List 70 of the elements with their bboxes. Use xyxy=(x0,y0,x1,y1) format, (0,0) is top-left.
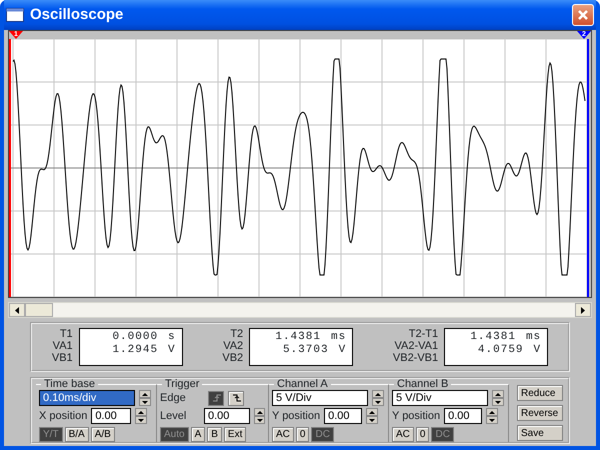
field-label: X position xyxy=(39,408,88,424)
mode-button[interactable]: A/B xyxy=(90,426,115,442)
readout-label: VB2-VB1 xyxy=(392,352,438,364)
readout-value: 1.4381 xyxy=(470,331,516,344)
readout-value: 0.0000 xyxy=(112,331,158,344)
mode-button[interactable]: B/A xyxy=(64,426,89,442)
mode-button[interactable]: AC xyxy=(272,426,294,442)
left-arrow-icon xyxy=(15,306,19,314)
group-title: Trigger xyxy=(164,379,200,389)
spin-buttons[interactable] xyxy=(486,408,498,424)
readout-label: VA2 xyxy=(222,340,244,352)
scroll-right-button[interactable] xyxy=(575,303,591,317)
unit-label: V xyxy=(534,344,542,357)
unit-label: ms xyxy=(526,331,542,344)
readout-label: VB2 xyxy=(222,352,244,364)
x-position-field[interactable]: 0.00 xyxy=(91,408,132,424)
group-title: Channel A xyxy=(276,379,329,389)
readout-label: VA1 xyxy=(52,340,73,352)
readout-value: 1.2945 xyxy=(112,344,158,357)
field-label: Y position xyxy=(272,408,320,424)
edge-icon xyxy=(212,392,222,403)
rising-edge-button[interactable] xyxy=(208,390,224,406)
unit-label: ms xyxy=(330,331,346,344)
unit-label: V xyxy=(338,344,346,357)
scale-field[interactable]: 5 V/Div xyxy=(392,390,488,406)
spin-buttons[interactable] xyxy=(366,408,378,424)
edge-icon xyxy=(232,392,242,403)
window-icon xyxy=(6,8,24,22)
horizontal-scrollbar[interactable] xyxy=(8,302,592,318)
falling-edge-button[interactable] xyxy=(228,390,244,406)
spin-buttons[interactable] xyxy=(139,390,151,406)
mode-button[interactable]: Ext xyxy=(224,426,246,442)
action-button[interactable]: Reduce xyxy=(517,385,563,401)
field-label: Y position xyxy=(392,408,440,424)
readout-value: 5.3703 xyxy=(282,344,329,357)
unit-label: V xyxy=(168,344,176,357)
time-base-field[interactable]: 0.10ms/div xyxy=(39,390,135,406)
scroll-thumb[interactable] xyxy=(25,303,53,317)
mode-button[interactable]: 0 xyxy=(296,426,310,442)
mode-button[interactable]: 0 xyxy=(416,426,430,442)
unit-label: s xyxy=(168,331,176,344)
scale-field[interactable]: 5 V/Div xyxy=(272,390,368,406)
mode-button[interactable]: AC xyxy=(392,426,414,442)
y-position-field[interactable]: 0.00 xyxy=(444,408,482,424)
group-title: Channel B xyxy=(396,379,450,389)
field-label: Edge xyxy=(160,390,187,406)
spin-buttons[interactable] xyxy=(492,390,504,406)
readout-label: VB1 xyxy=(52,352,73,364)
readout-value: 4.0759 xyxy=(478,344,524,357)
field-label: Level xyxy=(160,408,188,424)
readout-value: 1.4381 xyxy=(275,331,321,344)
mode-button[interactable]: A xyxy=(190,426,206,442)
close-icon xyxy=(577,9,589,21)
readout-label: VA2-VA1 xyxy=(394,340,438,352)
action-button[interactable]: Reverse xyxy=(517,405,563,421)
spin-buttons[interactable] xyxy=(372,390,384,406)
spin-buttons[interactable] xyxy=(135,408,148,424)
scroll-left-button[interactable] xyxy=(9,303,25,317)
action-button[interactable]: Save xyxy=(517,425,563,441)
trigger-level-field[interactable]: 0.00 xyxy=(204,408,250,424)
right-arrow-icon xyxy=(581,306,585,314)
close-button[interactable] xyxy=(572,4,594,26)
y-position-field[interactable]: 0.00 xyxy=(324,408,362,424)
window-title: Oscilloscope xyxy=(30,4,124,25)
readout-label: T2 xyxy=(229,328,244,340)
mode-button[interactable]: B xyxy=(207,426,222,442)
group-title: Time base xyxy=(43,379,96,389)
readout-label: T1 xyxy=(58,328,73,340)
spin-buttons[interactable] xyxy=(254,408,265,424)
readout-label: T2-T1 xyxy=(408,328,438,340)
